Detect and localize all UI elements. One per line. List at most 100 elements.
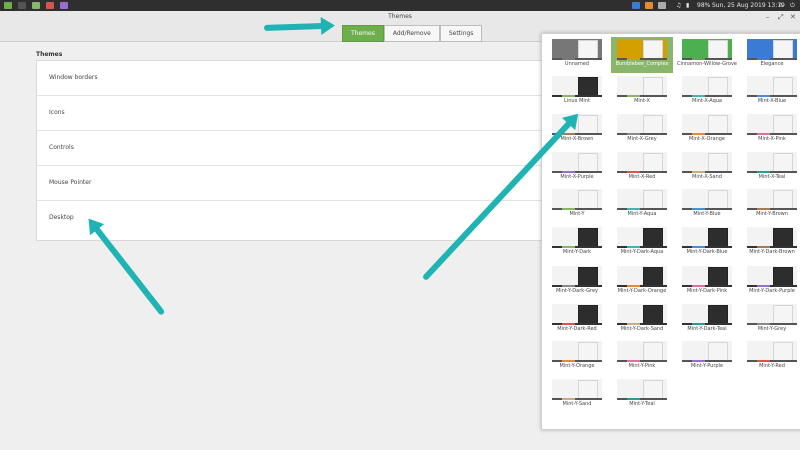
arrow-head: [320, 16, 336, 36]
preview-window: [773, 77, 793, 97]
theme-tile[interactable]: Mint-X-Blue: [741, 74, 800, 110]
theme-tile[interactable]: Mint-Y-Dark-Orange: [611, 264, 673, 300]
theme-settings-list: Window borders Icons Controls Mouse Poin…: [36, 60, 550, 241]
preview-panel: [747, 208, 797, 210]
theme-tile[interactable]: Mint-Y-Aqua: [611, 187, 673, 223]
folder-icon[interactable]: [32, 2, 40, 9]
preview-panel: [552, 58, 602, 60]
theme-tile[interactable]: Mint-Y-Brown: [741, 187, 800, 223]
browser-icon[interactable]: [46, 2, 54, 9]
row-icons[interactable]: Icons: [37, 96, 549, 131]
menu-icon[interactable]: [4, 2, 12, 9]
theme-name: Mint-Y-Dark-Teal: [687, 326, 727, 332]
theme-tile[interactable]: Mint-Y-Orange: [546, 339, 608, 375]
theme-name: Mint-Y-Dark-Pink: [686, 288, 728, 294]
preview-panel: [682, 246, 732, 248]
network-icon[interactable]: [632, 2, 640, 9]
theme-preview: [617, 189, 667, 210]
row-controls[interactable]: Controls: [37, 131, 549, 166]
theme-tile[interactable]: Mint-Y-Sand: [546, 377, 608, 413]
theme-tile[interactable]: Mint-X-Sand: [676, 150, 738, 186]
theme-preview: [617, 227, 667, 248]
preview-panel: [682, 285, 732, 287]
shield-icon[interactable]: [645, 2, 653, 9]
theme-tile[interactable]: Mint-X-Teal: [741, 150, 800, 186]
preview-window: [578, 228, 598, 248]
maximize-icon[interactable]: ⤢: [778, 13, 784, 22]
preview-window: [643, 267, 663, 287]
preview-window: [708, 40, 728, 60]
section-title: Themes: [36, 51, 63, 58]
theme-tile[interactable]: Mint-Y-Red: [741, 339, 800, 375]
themes-app-icon[interactable]: [60, 2, 68, 9]
theme-tile[interactable]: Bumblebee_Complex: [611, 37, 673, 73]
theme-tile[interactable]: Mint-Y-Dark-Sand: [611, 302, 673, 338]
theme-tile[interactable]: Mint-Y-Dark-Blue: [676, 225, 738, 261]
preview-window: [578, 190, 598, 210]
tab-settings[interactable]: Settings: [439, 25, 483, 42]
row-mouse-pointer[interactable]: Mouse Pointer: [37, 166, 549, 201]
tab-themes[interactable]: Themes: [342, 25, 384, 42]
preview-panel: [682, 323, 732, 325]
close-icon[interactable]: ✕: [790, 13, 796, 21]
theme-preview: [617, 304, 667, 325]
power-icon[interactable]: ⏻: [790, 1, 795, 10]
theme-name: Mint-Y-Purple: [690, 363, 724, 369]
theme-name: Mint-X-Red: [628, 174, 656, 180]
theme-preview: [617, 114, 667, 135]
theme-tile[interactable]: Mint-X-Orange: [676, 112, 738, 148]
theme-tile[interactable]: Mint-X-Red: [611, 150, 673, 186]
theme-name: Mint-X-Purple: [560, 174, 594, 180]
theme-preview: [617, 266, 667, 287]
preview-panel: [747, 360, 797, 362]
update-icon[interactable]: [658, 2, 666, 9]
theme-tile[interactable]: Mint-Y-Teal: [611, 377, 673, 413]
row-label: Controls: [49, 144, 74, 151]
theme-tile[interactable]: Mint-X-Pink: [741, 112, 800, 148]
theme-tile[interactable]: Mint-Y-Purple: [676, 339, 738, 375]
preview-window: [708, 228, 728, 248]
row-window-borders[interactable]: Window borders: [37, 61, 549, 96]
user-icon[interactable]: ♙: [778, 1, 783, 10]
tab-add-remove[interactable]: Add/Remove: [383, 25, 440, 42]
row-label: Window borders: [49, 74, 98, 81]
theme-tile[interactable]: Mint-X-Aqua: [676, 74, 738, 110]
theme-tile[interactable]: Cinnamon-Willow-Grove: [676, 37, 738, 73]
theme-tile[interactable]: Mint-Y-Dark-Teal: [676, 302, 738, 338]
theme-tile[interactable]: Mint-Y-Dark-Brown: [741, 225, 800, 261]
theme-tile[interactable]: Elegance: [741, 37, 800, 73]
theme-tile[interactable]: Mint-X-Grey: [611, 112, 673, 148]
theme-tile[interactable]: Mint-X-Purple: [546, 150, 608, 186]
row-label: Icons: [49, 109, 65, 116]
theme-preview: [747, 341, 797, 362]
theme-tile[interactable]: Linux Mint: [546, 74, 608, 110]
theme-name: Mint-Y-Dark: [562, 249, 592, 255]
theme-tile[interactable]: Mint-Y-Blue: [676, 187, 738, 223]
theme-tile[interactable]: Mint-Y: [546, 187, 608, 223]
preview-window: [773, 153, 793, 173]
preview-window: [578, 267, 598, 287]
preview-panel: [617, 208, 667, 210]
theme-tile[interactable]: Mint-Y-Pink: [611, 339, 673, 375]
theme-tile[interactable]: Mint-Y-Dark-Aqua: [611, 225, 673, 261]
battery-icon[interactable]: ▮: [686, 1, 689, 10]
theme-name: Mint-X-Blue: [757, 98, 787, 104]
clock[interactable]: Sun, 25 Aug 2019 13:19: [712, 1, 785, 10]
theme-preview: [617, 39, 667, 60]
theme-tile[interactable]: Unnamed: [546, 37, 608, 73]
preview-window: [578, 153, 598, 173]
theme-tile[interactable]: Mint-Y-Grey: [741, 302, 800, 338]
theme-tile[interactable]: Mint-Y-Dark: [546, 225, 608, 261]
terminal-icon[interactable]: [18, 2, 26, 9]
minimize-icon[interactable]: –: [766, 13, 770, 21]
theme-preview: [747, 189, 797, 210]
sound-icon[interactable]: ♫: [676, 1, 681, 10]
theme-tile[interactable]: Mint-Y-Dark-Pink: [676, 264, 738, 300]
theme-tile[interactable]: Mint-Y-Dark-Purple: [741, 264, 800, 300]
theme-preview: [552, 152, 602, 173]
theme-tile[interactable]: Mint-X: [611, 74, 673, 110]
window-title: Themes: [388, 13, 412, 20]
theme-tile[interactable]: Mint-Y-Dark-Grey: [546, 264, 608, 300]
theme-tile[interactable]: Mint-Y-Dark-Red: [546, 302, 608, 338]
theme-preview: [682, 227, 732, 248]
